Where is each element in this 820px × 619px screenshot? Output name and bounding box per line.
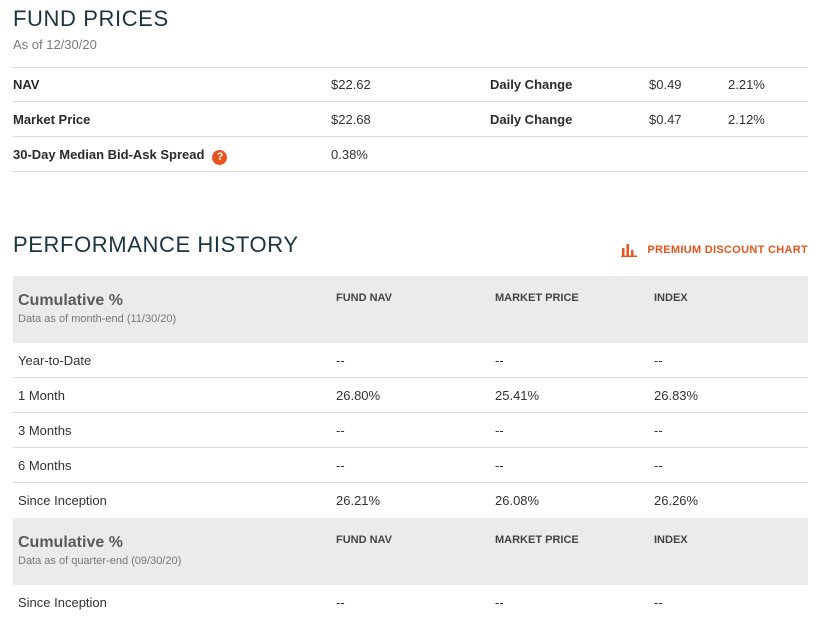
- fund-nav-value: --: [336, 353, 345, 368]
- table-row: 1 Month 26.80% 25.41% 26.83%: [13, 378, 808, 413]
- market-price-value: --: [495, 458, 504, 473]
- daily-change-amount: $0.47: [649, 112, 682, 127]
- row-label: 1 Month: [18, 388, 65, 403]
- price-row-bid-ask-spread: 30-Day Median Bid-Ask Spread? 0.38%: [13, 137, 808, 172]
- price-value: $22.68: [331, 112, 371, 127]
- fund-nav-value: --: [336, 423, 345, 438]
- index-value: 26.83%: [654, 388, 699, 403]
- column-header-index: INDEX: [654, 534, 688, 546]
- premium-discount-chart-label: PREMIUM DISCOUNT CHART: [647, 244, 808, 256]
- market-price-value: --: [495, 423, 504, 438]
- table-row: Since Inception -- -- --: [13, 585, 808, 619]
- fund-prices-title: FUND PRICES: [13, 6, 169, 31]
- table-title: Cumulative %: [18, 292, 123, 309]
- price-value: 0.38%: [331, 147, 368, 162]
- help-icon[interactable]: ?: [212, 150, 228, 165]
- perf-table-header: Cumulative % Data as of quarter-end (09/…: [13, 518, 808, 585]
- daily-change-percent: 2.12%: [728, 112, 765, 127]
- row-label: 6 Months: [18, 458, 72, 473]
- index-value: --: [654, 423, 663, 438]
- table-title: Cumulative %: [18, 534, 123, 551]
- fund-nav-value: --: [336, 458, 345, 473]
- price-label: 30-Day Median Bid-Ask Spread: [13, 147, 205, 162]
- column-header-fund-nav: FUND NAV: [336, 534, 393, 546]
- table-row: Since Inception 26.21% 26.08% 26.26%: [13, 483, 808, 517]
- row-label: Since Inception: [18, 493, 107, 508]
- column-header-market-price: MARKET PRICE: [495, 292, 579, 304]
- row-label: Year-to-Date: [18, 353, 92, 368]
- daily-change-label: Daily Change: [490, 77, 573, 92]
- table-row: Year-to-Date -- -- --: [13, 343, 808, 378]
- fund-nav-value: 26.80%: [336, 388, 381, 403]
- column-header-fund-nav: FUND NAV: [336, 292, 393, 304]
- market-price-value: 25.41%: [495, 388, 540, 403]
- fund-nav-value: --: [336, 595, 345, 610]
- table-subtitle: Data as of month-end (11/30/20): [18, 313, 177, 325]
- market-price-value: 26.08%: [495, 493, 540, 508]
- market-price-value: --: [495, 353, 504, 368]
- index-value: --: [654, 595, 663, 610]
- price-row-nav: NAV $22.62 Daily Change $0.49 2.21%: [13, 67, 808, 102]
- market-price-value: --: [495, 595, 504, 610]
- performance-history-title: PERFORMANCE HISTORY: [13, 232, 299, 257]
- price-label: Market Price: [13, 112, 91, 127]
- daily-change-amount: $0.49: [649, 77, 682, 92]
- table-subtitle: Data as of quarter-end (09/30/20): [18, 555, 182, 567]
- price-label: NAV: [13, 77, 40, 92]
- bar-chart-icon: [621, 244, 638, 257]
- price-row-market-price: Market Price $22.68 Daily Change $0.47 2…: [13, 102, 808, 137]
- row-label: Since Inception: [18, 595, 107, 610]
- table-row: 3 Months -- -- --: [13, 413, 808, 448]
- fund-nav-value: 26.21%: [336, 493, 381, 508]
- table-row: 6 Months -- -- --: [13, 448, 808, 483]
- as-of-date: As of 12/30/20: [13, 37, 97, 52]
- column-header-market-price: MARKET PRICE: [495, 534, 579, 546]
- premium-discount-chart-link[interactable]: PREMIUM DISCOUNT CHART: [621, 243, 808, 257]
- perf-table-header: Cumulative % Data as of month-end (11/30…: [13, 276, 808, 343]
- daily-change-percent: 2.21%: [728, 77, 765, 92]
- index-value: --: [654, 458, 663, 473]
- price-value: $22.62: [331, 77, 371, 92]
- column-header-index: INDEX: [654, 292, 688, 304]
- index-value: --: [654, 353, 663, 368]
- index-value: 26.26%: [654, 493, 699, 508]
- spread-label-group: 30-Day Median Bid-Ask Spread?: [13, 147, 228, 165]
- daily-change-label: Daily Change: [490, 112, 573, 127]
- row-label: 3 Months: [18, 423, 72, 438]
